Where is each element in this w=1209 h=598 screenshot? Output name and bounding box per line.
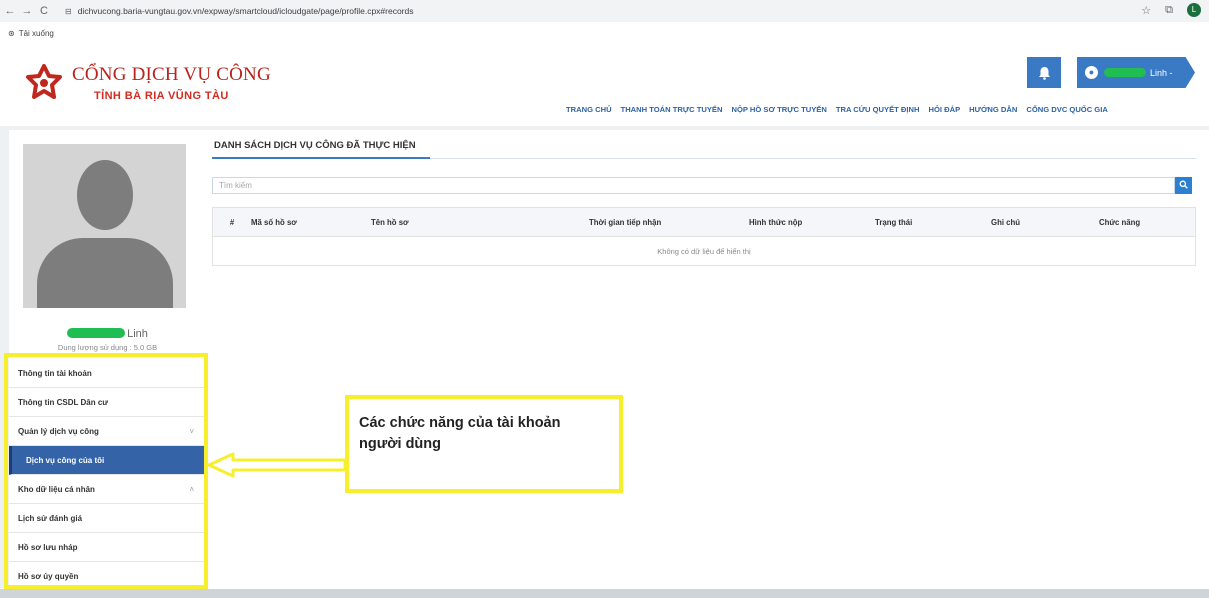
- notification-button[interactable]: [1027, 57, 1061, 88]
- column-header-submit-method: Hình thức nộp: [749, 217, 803, 227]
- callout-line-1: Các chức năng của tài khoản: [359, 415, 561, 431]
- forward-icon[interactable]: →: [20, 5, 34, 17]
- footer-strip: [0, 589, 1209, 598]
- site-header: CỔNG DỊCH VỤ CÔNG TỈNH BÀ RỊA VŨNG TÀU ●…: [0, 46, 1209, 124]
- search-input[interactable]: [212, 177, 1175, 194]
- user-menu-label: Linh -: [1150, 67, 1173, 78]
- column-header-record-name: Tên hồ sơ: [371, 217, 409, 227]
- logo-icon[interactable]: [26, 64, 62, 100]
- extensions-icon[interactable]: ⧉: [1165, 4, 1173, 17]
- nav-online-payment[interactable]: THANH TOÁN TRỰC TUYẾN: [621, 105, 723, 114]
- nav-submit-online[interactable]: NỘP HỒ SƠ TRỰC TUYẾN: [732, 105, 827, 114]
- reload-icon[interactable]: C: [37, 5, 51, 17]
- browser-profile-avatar[interactable]: L: [1187, 3, 1201, 17]
- browser-toolbar: ← → C ⊟ dichvucong.baria-vungtau.gov.vn/…: [0, 0, 1209, 22]
- column-header-note: Ghi chú: [991, 217, 1021, 227]
- column-header-status: Trạng thái: [875, 217, 913, 227]
- redaction-mark: [1104, 68, 1146, 77]
- main-content: DANH SÁCH DỊCH VỤ CÔNG ĐÃ THỰC HIỆN # Mã…: [204, 130, 1209, 588]
- nav-faq[interactable]: HỎI ĐÁP: [929, 105, 961, 114]
- bell-icon: [1038, 66, 1050, 80]
- annotation-callout: Các chức năng của tài khoản người dùng: [345, 395, 623, 493]
- column-header-index: #: [229, 217, 235, 227]
- avatar[interactable]: [23, 144, 186, 308]
- brand-title[interactable]: CỔNG DỊCH VỤ CÔNG: [72, 64, 271, 86]
- storage-usage: Dung lượng sử dụng : 5.0 GB: [57, 343, 158, 352]
- column-header-received-time: Thời gian tiếp nhận: [589, 217, 662, 227]
- nav-home[interactable]: TRANG CHỦ: [566, 105, 612, 114]
- user-name: Linh: [9, 328, 206, 340]
- highlight-box: [4, 353, 208, 589]
- user-icon: ●: [1085, 66, 1098, 79]
- star-icon[interactable]: ☆: [1141, 4, 1151, 17]
- search-icon: [1179, 180, 1188, 189]
- url-text: dichvucong.baria-vungtau.gov.vn/expway/s…: [77, 6, 414, 16]
- avatar-head-shape: [77, 160, 133, 230]
- table-header: # Mã số hồ sơ Tên hồ sơ Thời gian tiếp n…: [213, 208, 1195, 237]
- column-header-record-code: Mã số hồ sơ: [251, 217, 297, 227]
- search-button[interactable]: [1175, 177, 1192, 194]
- address-bar[interactable]: ⊟ dichvucong.baria-vungtau.gov.vn/expway…: [57, 3, 1097, 19]
- callout-line-2: người dùng: [359, 436, 442, 453]
- title-underline: [212, 157, 430, 159]
- download-icon: ⊛: [8, 28, 15, 38]
- back-icon[interactable]: ←: [3, 5, 17, 17]
- page-title: DANH SÁCH DỊCH VỤ CÔNG ĐÃ THỰC HIỆN: [214, 140, 416, 151]
- arrow-left-icon: [207, 452, 347, 478]
- empty-message: Không có dữ liệu để hiển thị: [657, 246, 751, 256]
- bookmark-bar: ⊛ Tải xuống: [0, 26, 54, 40]
- nav-national-portal[interactable]: CỔNG DVC QUỐC GIA: [1026, 105, 1107, 114]
- column-header-actions: Chức năng: [1099, 217, 1141, 227]
- user-name-text: Linh: [127, 328, 148, 340]
- redaction-mark: [67, 328, 126, 338]
- bookmark-downloads[interactable]: Tải xuống: [19, 29, 54, 38]
- avatar-body-shape: [37, 238, 173, 308]
- nav-lookup-decision[interactable]: TRA CỨU QUYẾT ĐỊNH: [836, 105, 920, 114]
- main-nav: TRANG CHỦ THANH TOÁN TRỰC TUYẾN NỘP HỒ S…: [566, 105, 1108, 114]
- brand-subtitle: TỈNH BÀ RỊA VŨNG TÀU: [94, 90, 229, 102]
- records-table: # Mã số hồ sơ Tên hồ sơ Thời gian tiếp n…: [212, 207, 1196, 266]
- site-info-icon[interactable]: ⊟: [65, 7, 72, 16]
- user-menu-button[interactable]: ● Linh -: [1077, 57, 1195, 88]
- nav-guide[interactable]: HƯỚNG DẪN: [969, 105, 1017, 114]
